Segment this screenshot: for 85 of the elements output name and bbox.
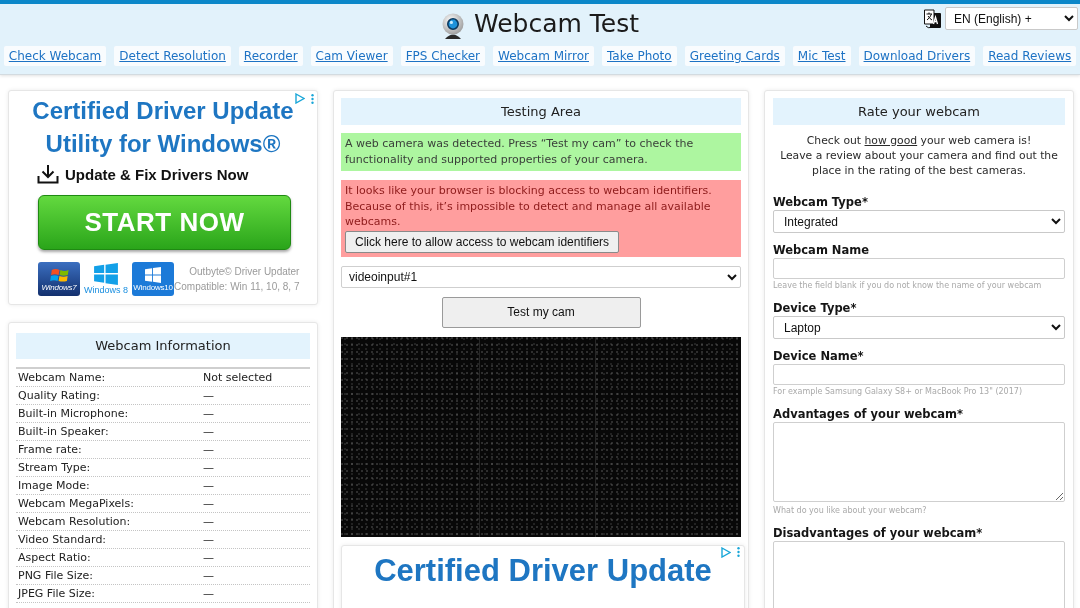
info-label: Built-in Microphone: [18,406,130,422]
field-label: Device Name* [773,349,865,364]
info-value: — [203,478,215,494]
windows-logo-icon [145,266,161,283]
language-select[interactable]: EN (English) + [945,7,1078,30]
text-area[interactable] [773,422,1065,502]
adchoices-icon[interactable] [721,546,731,558]
badge-label: Windows 8 [84,286,128,295]
info-label: Quality Rating: [18,388,101,404]
info-label: Webcam Resolution: [18,514,132,530]
windows-logo-icon [94,263,118,285]
field-label: Disadvantages of your webcam* [773,526,984,541]
info-value: — [203,532,215,548]
nav-link[interactable]: Read Reviews [983,46,1077,66]
allow-access-button[interactable]: Click here to allow access to webcam identifiers [345,230,620,253]
field-label: Device Type* [773,301,858,316]
text-input[interactable] [773,364,1065,385]
badge-label: Windows7 [41,283,77,292]
info-value: — [203,424,215,440]
download-icon [37,164,59,184]
info-label: Built-in Speaker: [18,424,110,440]
select-field[interactable]: Integrated [773,210,1065,233]
ad-headline: Utility for Windows® [45,129,281,159]
info-value: — [203,460,215,476]
translate-icon [924,8,941,29]
field-hint: Leave the field blank if you do not know the name of your webcam [773,281,1043,291]
info-value: — [203,496,215,512]
select-field[interactable]: Laptop [773,316,1065,339]
field-label: Webcam Name [773,243,871,258]
info-value: Not selected [203,370,274,386]
info-label: Stream Type: [18,460,92,476]
text-input[interactable] [773,258,1065,279]
notice-text: A web camera was detected. Press “Test my cam” to check the functionality and supported properties of your camera. [345,136,695,167]
info-label: Frame rate: [18,442,83,458]
nav-link[interactable]: Take Photo [602,46,677,66]
nav-link[interactable]: Cam Viewer [310,46,393,66]
more-options-icon[interactable] [737,547,740,557]
ad-banner[interactable]: Certified Driver Update Utility for Windows® Update & Fix Drivers Now START NOW Windows7 Windows 8 Windows10 Outbyte© Driver Updater Compatible: Win 11, 10, 8, 7 [8,90,318,305]
panel-heading: Rate your webcam [773,98,1065,125]
field-label: Webcam Type* [773,195,869,210]
intro-text: Check out how good your web camera is! Leave a review about your camera and find out the place in the rating of the best cameras. [779,133,1059,178]
ad-headline: Certified Driver Update [32,96,294,126]
info-value: — [203,568,215,584]
nav-link[interactable]: Webcam Mirror [493,46,594,66]
ad-publisher: Outbyte© Driver Updater [188,265,300,279]
ad-tagline: Update & Fix Drivers Now [65,165,249,183]
info-value: — [203,586,215,602]
info-label: Image Mode: [18,478,91,494]
nav-link[interactable]: Check Webcam [3,46,107,66]
ad-banner[interactable]: Certified Driver Update [341,544,745,608]
info-label: Webcam MegaPixels: [18,496,135,512]
nav-link[interactable]: Recorder [238,46,303,66]
nav-link[interactable]: Greeting Cards [684,46,785,66]
nav-link[interactable]: Download Drivers [858,46,976,66]
info-value: — [203,550,215,566]
camera-select[interactable]: videoinput#1 [341,265,741,288]
nav-link[interactable]: FPS Checker [400,46,485,66]
field-label: Advantages of your webcam* [773,407,965,422]
ad-headline: Certified Driver Update [374,553,712,588]
more-options-icon[interactable] [311,93,314,104]
test-cam-button[interactable]: Test my cam [441,296,641,328]
info-label: Video Standard: [18,532,108,548]
text-area[interactable] [773,541,1065,608]
site-title: Webcam Test [473,8,640,40]
info-label: Aspect Ratio: [18,550,92,566]
webcam-icon [440,12,465,39]
info-label: Webcam Name: [18,370,107,386]
field-hint: For example Samsung Galaxy S8+ or MacBook Pro 13" (2017) [773,387,1023,397]
nav-link[interactable]: Mic Test [792,46,851,66]
info-value: — [203,388,215,404]
windows-flag-icon [49,266,69,283]
info-value: — [203,406,215,422]
info-label: PNG File Size: [18,568,95,584]
notice-text: It looks like your browser is blocking access to webcam identifiers. Because of this, it’s impossible to detect and manage all available webcams. [345,183,713,230]
info-label: JPEG File Size: [18,586,97,602]
panel-heading: Webcam Information [16,333,310,359]
badge-label: Windows10 [133,283,173,292]
info-value: — [203,514,215,530]
nav-link[interactable]: Detect Resolution [114,46,231,66]
how-good-link[interactable]: how good [864,134,918,147]
panel-heading: Testing Area [341,98,741,125]
field-hint: What do you like about your webcam? [773,506,928,516]
info-value: — [203,442,215,458]
adchoices-icon[interactable] [295,93,305,104]
ad-compatibility: Compatible: Win 11, 10, 8, 7 [174,280,300,294]
